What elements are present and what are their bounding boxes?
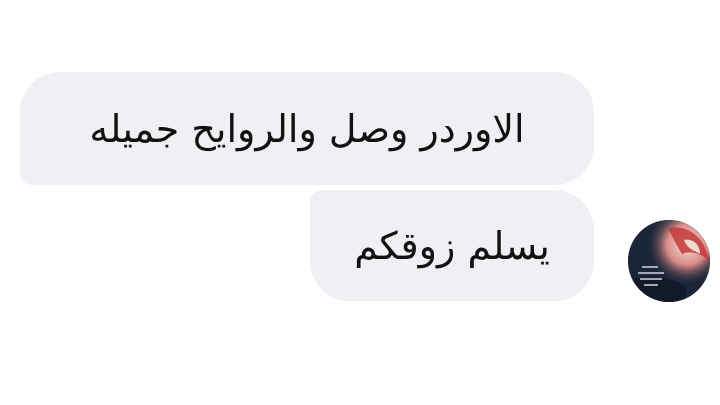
message-text: الاوردر وصل والروايح جميله xyxy=(89,106,525,151)
message-text: يسلم زوقكم xyxy=(354,223,550,268)
sender-avatar[interactable] xyxy=(628,220,710,302)
avatar-image xyxy=(628,220,710,302)
chat-thread: الاوردر وصل والروايح جميله يسلم زوقكم xyxy=(0,0,720,405)
message-bubble[interactable]: الاوردر وصل والروايح جميله xyxy=(20,72,594,185)
message-bubble[interactable]: يسلم زوقكم xyxy=(310,190,594,301)
